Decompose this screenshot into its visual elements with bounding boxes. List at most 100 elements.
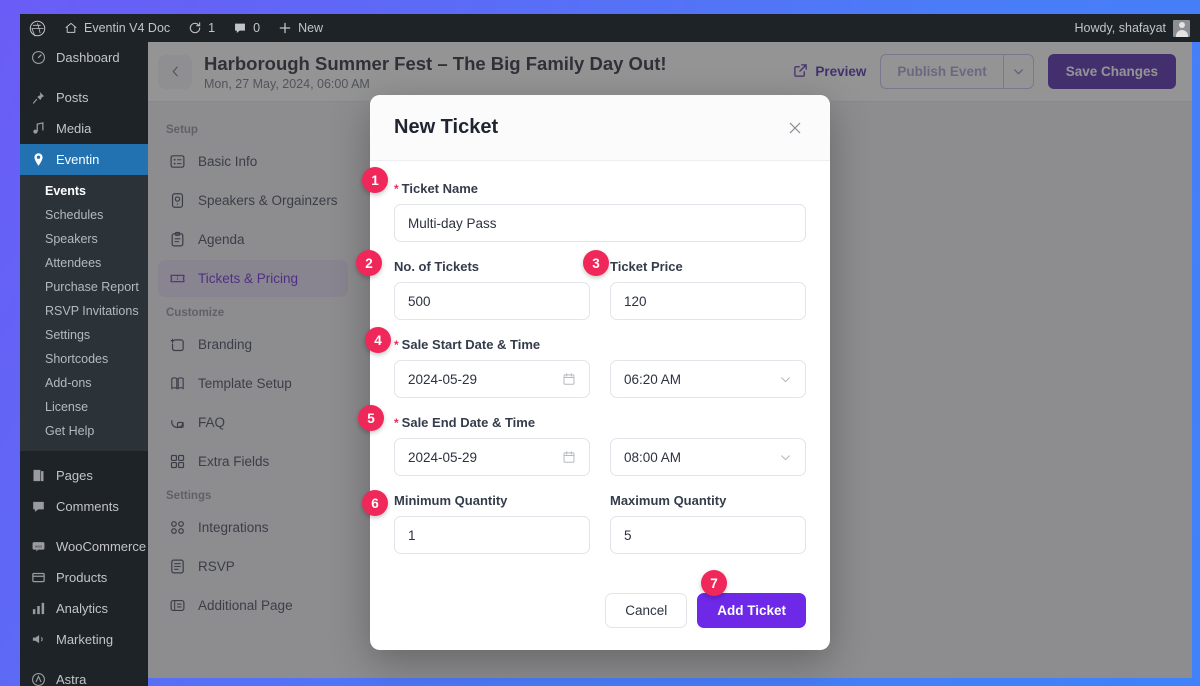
ticket-price-input[interactable]: 120 bbox=[610, 282, 806, 320]
avatar bbox=[1173, 19, 1190, 37]
modal-body: * Ticket Name Multi-day Pass No. of Tick… bbox=[370, 161, 830, 585]
updates-menu[interactable]: 1 bbox=[179, 14, 224, 42]
new-ticket-modal: New Ticket * Ticket Name Multi-day Pass … bbox=[370, 95, 830, 650]
sidebar-item-pages[interactable]: Pages bbox=[20, 460, 148, 491]
modal-header: New Ticket bbox=[370, 95, 830, 161]
submenu-item-speakers[interactable]: Speakers bbox=[20, 227, 148, 251]
eventin-submenu: Events Schedules Speakers Attendees Purc… bbox=[20, 175, 148, 451]
sale-end-date-wrap: 2024-05-29 bbox=[394, 438, 590, 476]
step-badge-4: 4 bbox=[365, 327, 391, 353]
field-label: * Ticket Name bbox=[394, 181, 806, 196]
sale-end-time-select[interactable]: 08:00 AM bbox=[610, 438, 806, 476]
field-label: Minimum Quantity bbox=[394, 493, 508, 508]
media-icon bbox=[29, 121, 47, 136]
field-max-quantity: Maximum Quantity 5 bbox=[610, 493, 806, 554]
sale-start-date-wrap: 2024-05-29 bbox=[394, 360, 590, 398]
submenu-item-purchase-report[interactable]: Purchase Report bbox=[20, 275, 148, 299]
max-quantity-input[interactable]: 5 bbox=[610, 516, 806, 554]
modal-title: New Ticket bbox=[394, 116, 499, 138]
sidebar-item-comments[interactable]: Comments bbox=[20, 491, 148, 522]
date-value: 2024-05-29 bbox=[408, 371, 478, 387]
plus-icon bbox=[278, 21, 292, 35]
submenu-item-events[interactable]: Events bbox=[20, 179, 148, 203]
submenu-item-attendees[interactable]: Attendees bbox=[20, 251, 148, 275]
sidebar-label: Astra bbox=[56, 672, 87, 686]
comments-menu[interactable]: 0 bbox=[224, 14, 269, 42]
calendar-icon bbox=[562, 372, 576, 386]
submenu-item-shortcodes[interactable]: Shortcodes bbox=[20, 347, 148, 371]
dashboard-icon bbox=[29, 50, 47, 65]
cancel-button[interactable]: Cancel bbox=[605, 593, 688, 628]
sidebar-item-marketing[interactable]: Marketing bbox=[20, 624, 148, 655]
sidebar-item-media[interactable]: Media bbox=[20, 113, 148, 144]
field-label: * Sale End Date & Time bbox=[394, 415, 806, 430]
ticket-name-input[interactable]: Multi-day Pass bbox=[394, 204, 806, 242]
field-label: * Sale Start Date & Time bbox=[394, 337, 806, 352]
required-marker: * bbox=[394, 181, 399, 196]
home-icon bbox=[64, 21, 78, 35]
required-marker: * bbox=[394, 415, 399, 430]
sidebar-label: Products bbox=[56, 570, 108, 585]
comment-icon bbox=[233, 21, 247, 35]
sidebar-item-astra[interactable]: Astra bbox=[20, 664, 148, 686]
sale-start-date-input[interactable]: 2024-05-29 bbox=[394, 360, 590, 398]
sidebar-label: Media bbox=[56, 121, 92, 136]
step-badge-7: 7 bbox=[701, 570, 727, 596]
updates-count: 1 bbox=[208, 21, 216, 35]
sidebar-item-eventin[interactable]: Eventin bbox=[20, 144, 148, 175]
submenu-item-schedules[interactable]: Schedules bbox=[20, 203, 148, 227]
admin-bar-left: Eventin V4 Doc 1 0 New bbox=[20, 14, 332, 42]
sidebar-label: Marketing bbox=[56, 632, 114, 647]
date-value: 2024-05-29 bbox=[408, 449, 478, 465]
sale-start-row: 2024-05-29 06:20 AM bbox=[394, 360, 806, 398]
site-name-menu[interactable]: Eventin V4 Doc bbox=[55, 14, 179, 42]
new-content-menu[interactable]: New bbox=[269, 14, 332, 42]
add-ticket-button[interactable]: Add Ticket bbox=[697, 593, 806, 628]
astra-icon bbox=[29, 672, 47, 686]
calendar-icon bbox=[562, 450, 576, 464]
sidebar-item-analytics[interactable]: Analytics bbox=[20, 593, 148, 624]
sidebar-label: Posts bbox=[56, 90, 89, 105]
sale-end-date-input[interactable]: 2024-05-29 bbox=[394, 438, 590, 476]
label-text: Sale Start Date & Time bbox=[401, 337, 541, 352]
close-icon[interactable] bbox=[784, 117, 806, 139]
pages-icon bbox=[29, 468, 47, 483]
min-quantity-input[interactable]: 1 bbox=[394, 516, 590, 554]
sidebar-label: Eventin bbox=[56, 152, 100, 167]
field-ticket-price: Ticket Price 120 bbox=[610, 259, 806, 320]
eventin-icon bbox=[29, 152, 47, 167]
sidebar-item-woocommerce[interactable]: woo WooCommerce bbox=[20, 531, 148, 562]
wordpress-logo-menu[interactable] bbox=[20, 14, 55, 42]
sale-end-row: 2024-05-29 08:00 AM bbox=[394, 438, 806, 476]
required-marker: * bbox=[394, 337, 399, 352]
label-text: Sale End Date & Time bbox=[401, 415, 536, 430]
sidebar-item-dashboard[interactable]: Dashboard bbox=[20, 42, 148, 73]
field-ticket-name: * Ticket Name Multi-day Pass bbox=[394, 181, 806, 242]
no-of-tickets-input[interactable]: 500 bbox=[394, 282, 590, 320]
row-quantities: Minimum Quantity 1 Maximum Quantity 5 bbox=[394, 493, 806, 554]
label-text: Ticket Name bbox=[401, 181, 479, 196]
pin-icon bbox=[29, 90, 47, 105]
sale-start-time-wrap: 06:20 AM bbox=[610, 360, 806, 398]
step-badge-6: 6 bbox=[362, 490, 388, 516]
field-label: No. of Tickets bbox=[394, 259, 480, 274]
step-badge-5: 5 bbox=[358, 405, 384, 431]
submenu-item-addons[interactable]: Add-ons bbox=[20, 371, 148, 395]
sidebar-label: Comments bbox=[56, 499, 119, 514]
submenu-item-get-help[interactable]: Get Help bbox=[20, 419, 148, 443]
field-label: Maximum Quantity bbox=[610, 493, 727, 508]
sidebar-item-posts[interactable]: Posts bbox=[20, 82, 148, 113]
admin-bar-account[interactable]: Howdy, shafayat bbox=[1075, 19, 1200, 37]
wp-admin-bar: Eventin V4 Doc 1 0 New Howdy, shafayat bbox=[20, 14, 1200, 42]
time-value: 08:00 AM bbox=[624, 449, 682, 465]
submenu-item-settings[interactable]: Settings bbox=[20, 323, 148, 347]
submenu-item-license[interactable]: License bbox=[20, 395, 148, 419]
sidebar-item-products[interactable]: Products bbox=[20, 562, 148, 593]
field-min-quantity: Minimum Quantity 1 bbox=[394, 493, 590, 554]
sale-start-time-select[interactable]: 06:20 AM bbox=[610, 360, 806, 398]
chevron-down-icon bbox=[779, 451, 792, 464]
step-badge-3: 3 bbox=[583, 250, 609, 276]
submenu-item-rsvp-invitations[interactable]: RSVP Invitations bbox=[20, 299, 148, 323]
step-badge-1: 1 bbox=[362, 167, 388, 193]
svg-text:woo: woo bbox=[35, 544, 42, 548]
